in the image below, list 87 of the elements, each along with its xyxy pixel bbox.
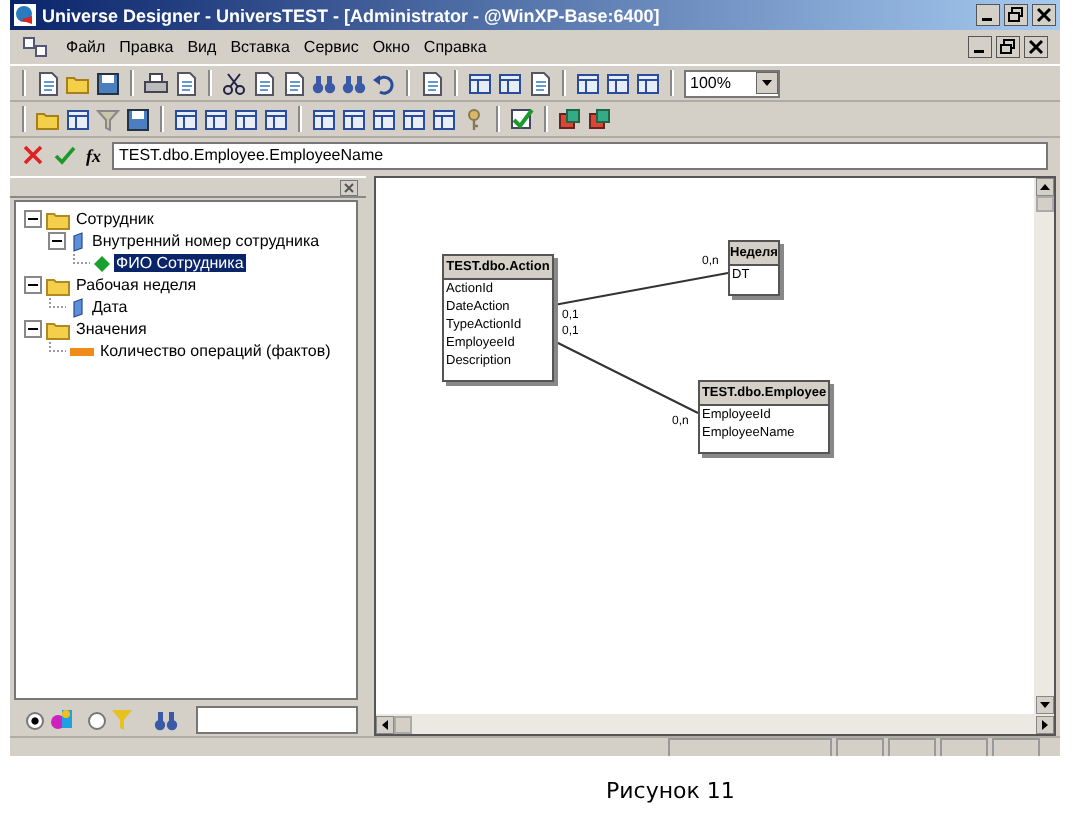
menu-item[interactable]: Вид xyxy=(187,38,217,56)
grid-icon[interactable] xyxy=(66,107,90,131)
function-button[interactable]: fx xyxy=(86,145,101,165)
scroll-left-icon[interactable] xyxy=(376,715,394,733)
check-icon[interactable] xyxy=(510,107,534,131)
minimize-icon[interactable] xyxy=(976,4,1000,26)
vertical-scrollbar[interactable] xyxy=(1034,178,1054,714)
page-icon[interactable] xyxy=(528,71,552,95)
scroll-right-icon[interactable] xyxy=(1036,715,1054,733)
undo-icon[interactable] xyxy=(372,71,396,95)
scroll-thumb[interactable] xyxy=(394,715,412,733)
printer-icon[interactable] xyxy=(144,71,168,95)
page-icon[interactable] xyxy=(252,71,276,95)
page-icon[interactable] xyxy=(174,71,198,95)
tree-item[interactable]: Внутренний номер сотрудника xyxy=(90,232,322,250)
page-icon[interactable] xyxy=(36,71,60,95)
menu-item[interactable]: Справка xyxy=(423,38,487,56)
tree-item[interactable]: Значения xyxy=(74,320,149,338)
search-field[interactable] xyxy=(196,706,358,734)
grid-icon[interactable] xyxy=(402,107,426,131)
collapse-icon[interactable] xyxy=(48,232,66,250)
app-icon xyxy=(14,4,36,26)
diamond-icon xyxy=(94,255,110,271)
grid-icon[interactable] xyxy=(432,107,456,131)
tree-item[interactable]: Дата xyxy=(90,298,130,316)
scroll-thumb[interactable] xyxy=(1035,196,1053,212)
tree-item[interactable]: ФИО Сотрудника xyxy=(114,254,246,272)
menu-item[interactable]: Окно xyxy=(372,38,410,56)
binoculars-icon[interactable] xyxy=(342,71,366,95)
radio-button[interactable] xyxy=(26,711,44,729)
collapse-icon[interactable] xyxy=(24,320,42,338)
scroll-up-icon[interactable] xyxy=(1035,178,1053,196)
join-line[interactable] xyxy=(553,340,699,414)
cube-icon xyxy=(70,297,86,317)
join-line[interactable] xyxy=(553,272,729,306)
page-icon[interactable] xyxy=(420,71,444,95)
zoom-dropdown[interactable]: 100% xyxy=(684,69,780,97)
formula-field[interactable]: TEST.dbo.Employee.EmployeeName xyxy=(111,141,1048,169)
grid-icon[interactable] xyxy=(498,71,522,95)
tree-item[interactable]: Рабочая неделя xyxy=(74,276,199,294)
funnel-icon xyxy=(112,708,132,732)
tree-item[interactable]: Сотрудник xyxy=(74,210,156,228)
horizontal-scrollbar[interactable] xyxy=(376,714,1054,734)
grid-icon[interactable] xyxy=(372,107,396,131)
grid-icon[interactable] xyxy=(174,107,198,131)
menu-item[interactable]: Вставка xyxy=(230,38,290,56)
radio-button[interactable] xyxy=(88,711,106,729)
collapse-icon[interactable] xyxy=(24,276,42,294)
folder-icon xyxy=(46,319,70,339)
bar-icon xyxy=(70,345,94,357)
cube-icon[interactable] xyxy=(558,107,582,131)
minimize-icon[interactable] xyxy=(968,36,992,58)
cancel-icon[interactable] xyxy=(22,144,44,166)
restore-icon[interactable] xyxy=(1004,4,1028,26)
scissors-icon[interactable] xyxy=(222,71,246,95)
grid-icon[interactable] xyxy=(636,71,660,95)
figure-caption: Рисунок 11 xyxy=(606,777,735,803)
close-icon[interactable] xyxy=(1024,36,1048,58)
binoculars-icon[interactable] xyxy=(312,71,336,95)
folder-icon xyxy=(46,275,70,295)
menu-item[interactable]: Правка xyxy=(119,38,174,56)
windows-icon[interactable] xyxy=(22,36,48,58)
grid-icon[interactable] xyxy=(312,107,336,131)
window-title: Universe Designer - UniversTEST - [Administrator - @WinXP-Base:6400] xyxy=(42,5,660,25)
grid-icon[interactable] xyxy=(234,107,258,131)
restore-icon[interactable] xyxy=(996,36,1020,58)
scroll-down-icon[interactable] xyxy=(1035,696,1053,714)
close-icon[interactable] xyxy=(1032,4,1056,26)
binoculars-icon[interactable] xyxy=(154,709,178,731)
page-icon[interactable] xyxy=(282,71,306,95)
menu-item[interactable]: Сервис xyxy=(303,38,359,56)
menu-item[interactable]: Файл xyxy=(66,38,106,56)
grid-icon[interactable] xyxy=(576,71,600,95)
grid-icon[interactable] xyxy=(606,71,630,95)
grid-icon[interactable] xyxy=(204,107,228,131)
folder-icon xyxy=(46,209,70,229)
key-icon[interactable] xyxy=(462,107,486,131)
grid-icon[interactable] xyxy=(342,107,366,131)
check-icon[interactable] xyxy=(54,144,76,166)
shapes-icon xyxy=(50,708,74,732)
collapse-icon[interactable] xyxy=(24,210,42,228)
grid-icon[interactable] xyxy=(264,107,288,131)
grid-icon[interactable] xyxy=(468,71,492,95)
dropdown-arrow-icon[interactable] xyxy=(756,72,778,94)
cube-icon[interactable] xyxy=(588,107,612,131)
cube-icon xyxy=(70,231,86,251)
tree-item[interactable]: Количество операций (фактов) xyxy=(98,342,333,360)
